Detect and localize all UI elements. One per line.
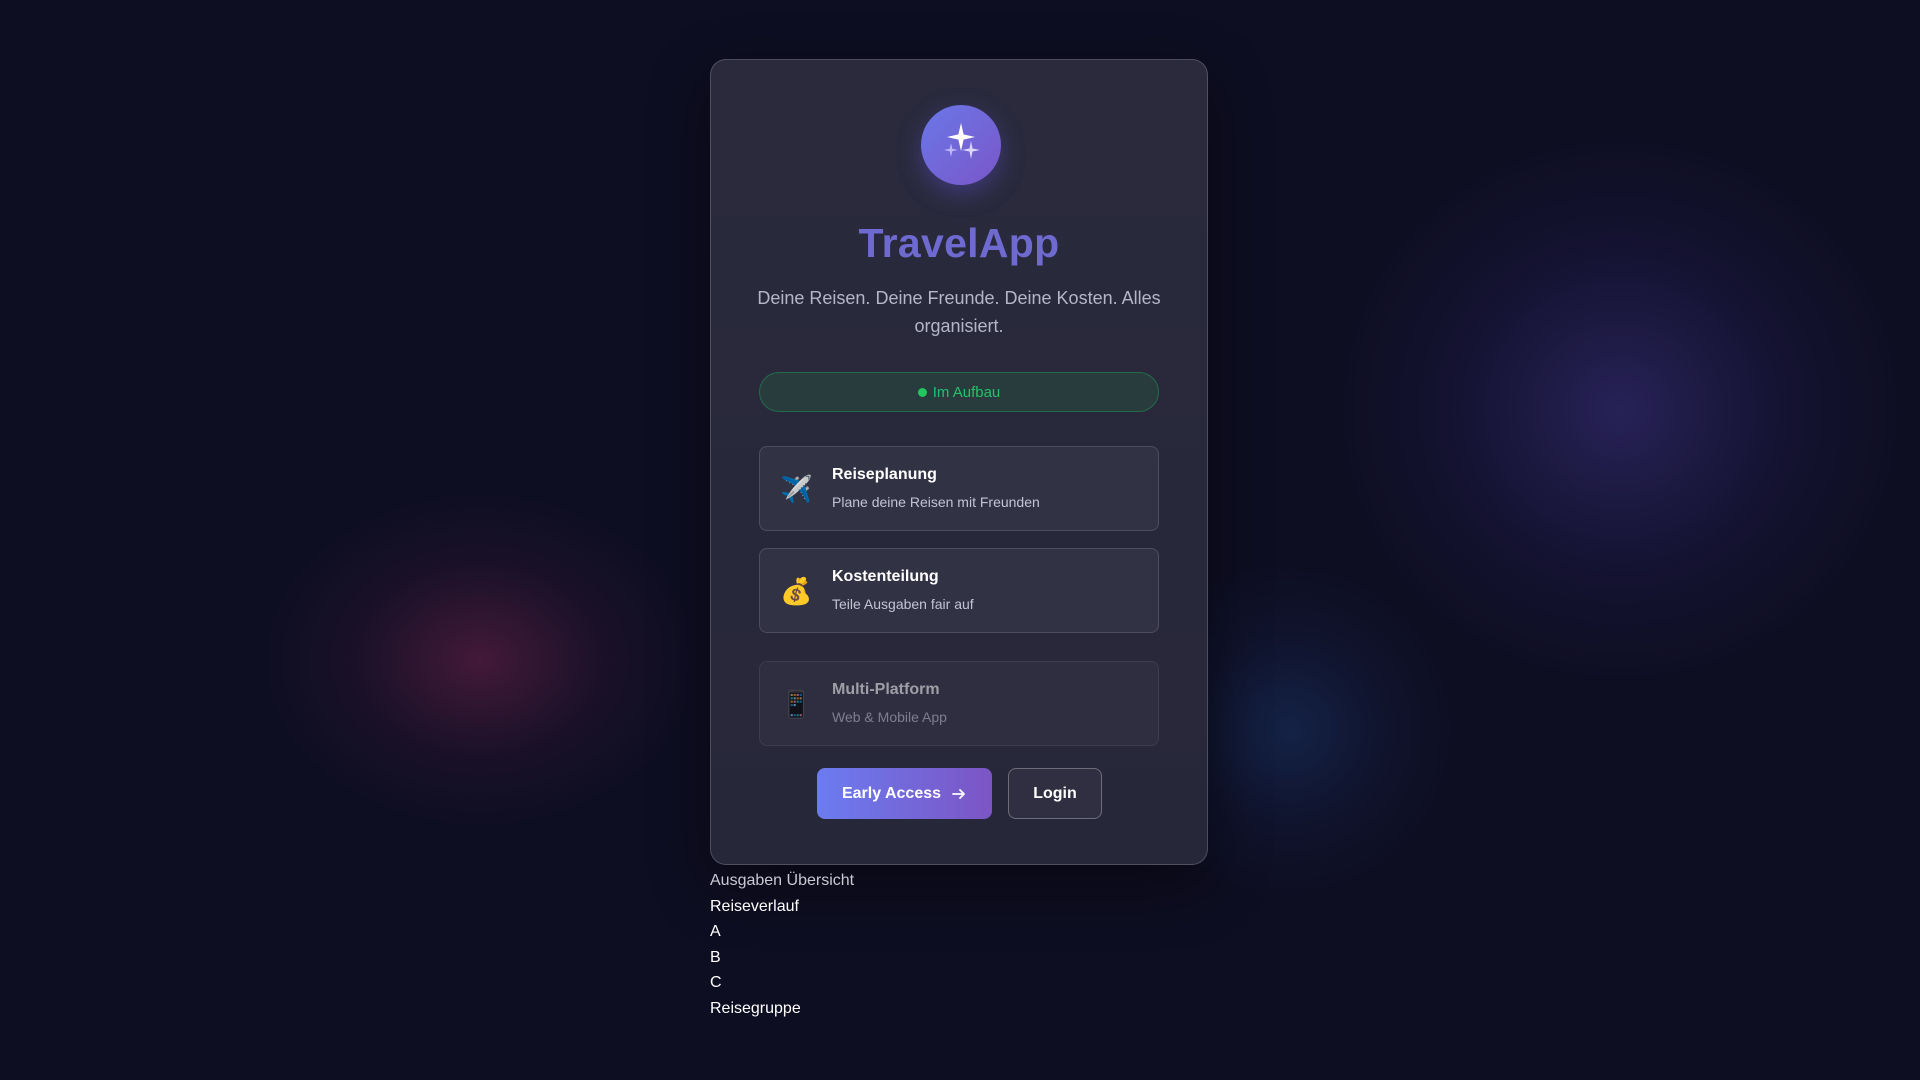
- sparkles-icon: [935, 117, 987, 174]
- feature-title: Multi-Platform: [832, 681, 940, 698]
- feature-title: Kostenteilung: [832, 568, 939, 585]
- app-tagline: Deine Reisen. Deine Freunde. Deine Koste…: [757, 288, 1161, 336]
- early-access-button[interactable]: Early Access: [817, 768, 992, 819]
- early-access-label: Early Access: [841, 784, 942, 802]
- feature-card-reiseplanung: ✈️ Reiseplanung Plane deine Reisen mit F…: [759, 446, 1159, 531]
- airplane-icon: ✈️: [780, 474, 813, 504]
- unstyled-link-list: Ausgaben Übersicht Reiseverlauf A B C Re…: [710, 868, 854, 1022]
- background-glow-purple: [1330, 130, 1910, 690]
- status-dot-icon: [917, 387, 927, 397]
- list-item-reisegruppe[interactable]: Reisegruppe: [710, 996, 854, 1022]
- status-badge: Im Aufbau: [759, 372, 1159, 412]
- app-logo: [921, 105, 1001, 185]
- list-item-b[interactable]: B: [710, 945, 854, 971]
- feature-description: Teile Ausgaben fair auf: [832, 596, 974, 612]
- feature-card-multi-platform: 📱 Multi-Platform Web & Mobile App: [759, 661, 1159, 746]
- app-title: TravelApp: [858, 220, 1060, 266]
- landing-card: TravelApp Deine Reisen. Deine Freunde. D…: [710, 59, 1208, 865]
- background-glow-pink: [260, 490, 700, 830]
- arrow-right-icon: [951, 786, 967, 802]
- feature-title: Reiseplanung: [832, 466, 937, 483]
- money-bag-icon: 💰: [780, 576, 813, 606]
- mobile-phone-icon: 📱: [780, 689, 813, 719]
- status-label: Im Aufbau: [932, 383, 1001, 401]
- list-item-reiseverlauf[interactable]: Reiseverlauf: [710, 894, 854, 920]
- list-item-a[interactable]: A: [710, 919, 854, 945]
- list-item-ausgaben-uebersicht[interactable]: Ausgaben Übersicht: [710, 868, 854, 894]
- feature-card-kostenteilung: 💰 Kostenteilung Teile Ausgaben fair auf: [759, 548, 1159, 633]
- feature-description: Plane deine Reisen mit Freunden: [832, 494, 1040, 510]
- login-button[interactable]: Login: [1008, 768, 1102, 819]
- login-label: Login: [1033, 784, 1077, 802]
- list-item-c[interactable]: C: [710, 970, 854, 996]
- feature-description: Web & Mobile App: [832, 709, 947, 725]
